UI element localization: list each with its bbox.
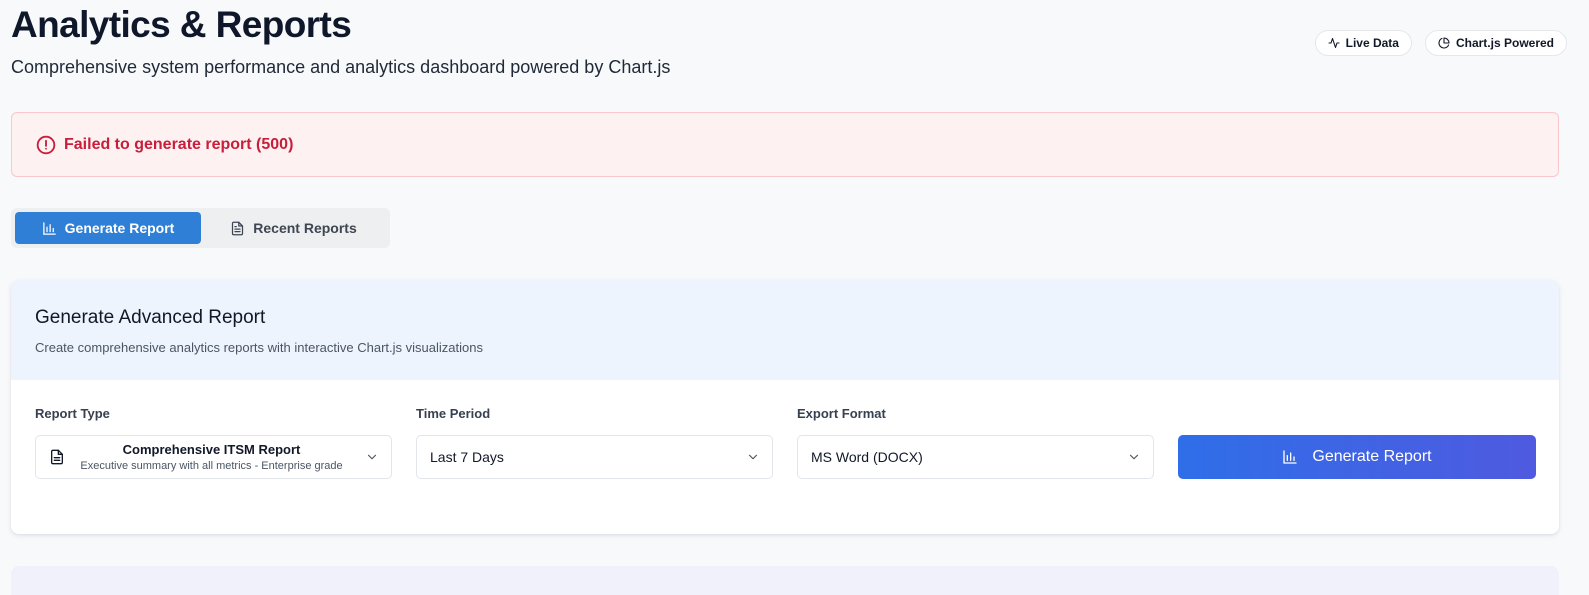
export-format-value: MS Word (DOCX) — [811, 449, 923, 465]
export-format-label: Export Format — [797, 406, 886, 421]
bar-chart-icon — [42, 221, 56, 235]
generate-report-button-label: Generate Report — [1312, 448, 1432, 465]
chartjs-badge: Chart.js Powered — [1424, 30, 1567, 56]
time-period-value: Last 7 Days — [430, 449, 504, 465]
report-type-value: Comprehensive ITSM Report Executive summ… — [72, 441, 351, 473]
bar-chart-icon — [1283, 450, 1298, 464]
card-description: Create comprehensive analytics reports w… — [35, 340, 483, 355]
file-text-icon — [232, 221, 244, 235]
time-period-select[interactable]: Last 7 Days — [416, 435, 773, 479]
time-period-label: Time Period — [416, 406, 491, 421]
report-type-label: Report Type — [35, 406, 110, 421]
tab-generate-report[interactable]: Generate Report — [15, 212, 201, 244]
card-title: Generate Advanced Report — [35, 307, 266, 328]
alert-circle-icon — [36, 135, 56, 154]
error-message: Failed to generate report (500) — [64, 135, 294, 153]
analytics-page: Analytics & Reports Comprehensive system… — [0, 0, 1589, 595]
report-type-description: Executive summary with all metrics - Ent… — [80, 460, 343, 472]
chartjs-label: Chart.js Powered — [1455, 36, 1554, 50]
next-section-card — [11, 566, 1559, 595]
generate-report-card: Generate Advanced Report Create comprehe… — [11, 280, 1559, 534]
activity-icon — [1328, 37, 1340, 49]
report-type-select[interactable]: Comprehensive ITSM Report Executive summ… — [35, 435, 392, 479]
chevron-down-icon — [748, 454, 758, 460]
chevron-down-icon — [1129, 454, 1139, 460]
card-header: Generate Advanced Report Create comprehe… — [11, 280, 1559, 380]
file-text-icon — [51, 449, 63, 465]
chevron-down-icon — [367, 454, 377, 460]
error-alert: Failed to generate report (500) — [11, 112, 1559, 177]
report-type-name: Comprehensive ITSM Report — [122, 442, 301, 457]
generate-report-button[interactable]: Generate Report — [1178, 435, 1536, 479]
page-title: Analytics & Reports — [11, 4, 352, 45]
export-format-select[interactable]: MS Word (DOCX) — [797, 435, 1154, 479]
live-data-label: Live Data — [1345, 36, 1399, 50]
live-data-badge: Live Data — [1314, 30, 1412, 56]
report-tabs: Generate Report Recent Reports — [11, 208, 390, 248]
tab-recent-reports[interactable]: Recent Reports — [201, 212, 386, 244]
header-badges: Live Data Chart.js Powered — [1314, 30, 1567, 56]
tab-generate-report-label: Generate Report — [64, 220, 175, 236]
page-subtitle: Comprehensive system performance and ana… — [11, 57, 671, 77]
pie-chart-icon — [1438, 37, 1450, 49]
tab-recent-reports-label: Recent Reports — [253, 220, 357, 236]
